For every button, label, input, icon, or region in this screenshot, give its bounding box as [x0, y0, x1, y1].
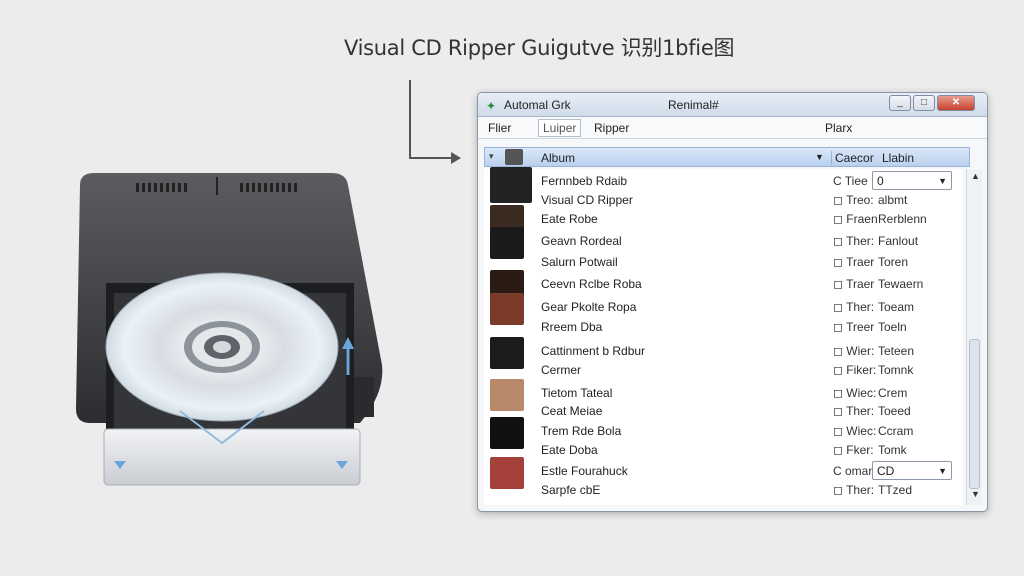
list-item[interactable]: Ceevn Rclbe Roba ◻ Traer Tewaern — [484, 270, 962, 302]
cd-drive-illustration — [70, 165, 400, 495]
dropdown-value: CD — [877, 464, 895, 478]
list-item[interactable]: Estle Fourahuck C oman CD ▼ — [484, 457, 962, 489]
menu-file[interactable]: Flier — [488, 121, 511, 135]
list-item[interactable]: Cattinment b Rdbur ◻ Wier: Teteen — [484, 337, 962, 369]
track-name: Gear Pkolte Ropa — [541, 300, 637, 314]
track-name: Salurn Potwail — [541, 255, 618, 269]
list-item[interactable]: Tietom Tateal ◻ Wiec: Crem — [484, 379, 962, 411]
track-flag[interactable]: C Tiee — [833, 174, 868, 188]
list-item[interactable]: Eate Robe ◻ Fraen Rerblenn — [484, 205, 962, 237]
pointer-line — [409, 80, 411, 159]
menu-plarx[interactable]: Plarx — [825, 121, 852, 135]
track-value: Toeln — [878, 320, 907, 334]
track-flag[interactable]: ◻ Traer — [833, 255, 874, 269]
list-item[interactable]: Visual CD Ripper ◻ Treo: albmt — [484, 190, 962, 210]
track-flag[interactable]: ◻ Wiec: — [833, 386, 876, 400]
track-list: Fernnbeb Rdaib C Tiee 0 ▼ Visual CD Ripper ◻ … — [484, 167, 962, 505]
track-name: Cattinment b Rdbur — [541, 344, 646, 358]
track-value: Rerblenn — [878, 212, 927, 226]
track-flag[interactable]: ◻ Traer — [833, 277, 874, 291]
track-value: Tewaern — [878, 277, 924, 291]
track-value: Tomk — [878, 443, 907, 457]
maximize-button[interactable]: □ — [913, 95, 935, 111]
list-item[interactable]: Salurn Potwail ◻ Traer Toren — [484, 252, 962, 272]
track-value: Teteen — [878, 344, 915, 358]
track-name: Tietom Tateal — [541, 386, 613, 400]
list-item[interactable]: Trem Rde Bola ◻ Wiec: Ccram — [484, 417, 962, 449]
tab-luiper[interactable]: Luiper — [538, 119, 582, 137]
track-name: Fernnbeb Rdaib — [541, 174, 628, 188]
track-flag[interactable]: ◻ Wier: — [833, 344, 874, 358]
track-flag[interactable]: ◻ Treer — [833, 320, 874, 334]
track-flag[interactable]: ◻ Fraen — [833, 212, 878, 226]
track-value: TTzed — [878, 483, 913, 497]
dropdown-value: 0 — [877, 174, 884, 188]
collapse-icon[interactable]: ▾ — [489, 151, 494, 162]
scroll-up-icon[interactable]: ▲ — [971, 171, 980, 181]
list-item[interactable]: Ceat Meiae ◻ Ther: Toeed — [484, 401, 962, 421]
list-item[interactable]: Sarpfe cbE ◻ Ther: TTzed — [484, 480, 962, 500]
track-name: Visual CD Ripper — [541, 193, 633, 207]
track-value: Toren — [878, 255, 909, 269]
track-value: Toeed — [878, 404, 911, 418]
list-item[interactable]: Gear Pkolte Ropa ◻ Ther: Toeam — [484, 293, 962, 325]
chevron-down-icon[interactable]: ▼ — [938, 176, 947, 186]
title-bar[interactable]: ✦ Automal Grk Renimal# _ □ ✕ — [478, 93, 987, 117]
close-button[interactable]: ✕ — [937, 95, 975, 111]
track-name: Trem Rde Bola — [541, 424, 622, 438]
scroll-down-icon[interactable]: ▼ — [971, 489, 980, 499]
menu-ripper[interactable]: Ripper — [594, 121, 629, 135]
header-thumbnail — [505, 149, 523, 165]
track-value: Fanlout — [878, 234, 919, 248]
list-item[interactable]: Geavn Rordeal ◻ Ther: Fanlout — [484, 227, 962, 259]
value-dropdown[interactable]: 0 ▼ — [872, 171, 952, 190]
track-name: Estle Fourahuck — [541, 464, 628, 478]
track-name: Ceevn Rclbe Roba — [541, 277, 642, 291]
track-flag[interactable]: ◻ Ther: — [833, 404, 874, 418]
list-item[interactable]: Rreem Dba ◻ Treer Toeln — [484, 317, 962, 337]
list-item[interactable]: Cermer ◻ Fiker: Tomnk — [484, 360, 962, 380]
track-flag[interactable]: ◻ Wiec: — [833, 424, 876, 438]
track-flag[interactable]: ◻ Ther: — [833, 300, 874, 314]
list-item[interactable]: Eate Doba ◻ Fker: Tomk — [484, 440, 962, 460]
drive-tray — [103, 428, 361, 486]
track-name: Ceat Meiae — [541, 404, 603, 418]
track-flag[interactable]: C oman — [833, 464, 875, 478]
track-flag[interactable]: ◻ Ther: — [833, 483, 874, 497]
column-header: ▾ Album ▼ Caecor Llabin — [484, 147, 970, 167]
track-name: Geavn Rordeal — [541, 234, 622, 248]
track-value: albmt — [878, 193, 908, 207]
window-subtitle: Renimal# — [668, 98, 719, 112]
track-value: Ccram — [878, 424, 914, 438]
column-caecor[interactable]: Caecor — [831, 151, 874, 165]
track-value: Crem — [878, 386, 908, 400]
vertical-scrollbar[interactable]: ▲ ▼ — [966, 169, 982, 505]
value-dropdown[interactable]: CD ▼ — [872, 461, 952, 480]
page-caption: Visual CD Ripper Guigutve 识别1bfie图 — [344, 36, 735, 60]
track-flag[interactable]: ◻ Ther: — [833, 234, 874, 248]
arrow-right-icon — [451, 152, 461, 164]
track-name: Sarpfe cbE — [541, 483, 601, 497]
menu-bar: Flier Luiper Ripper Plarx — [478, 117, 987, 139]
track-name: Eate Robe — [541, 212, 598, 226]
scrollbar-thumb[interactable] — [969, 339, 980, 489]
column-llabin[interactable]: Llabin — [882, 151, 914, 165]
track-name: Cermer — [541, 363, 582, 377]
pointer-line-horizontal — [409, 157, 455, 159]
window-title: Automal Grk — [504, 98, 571, 112]
track-name: Eate Doba — [541, 443, 598, 457]
minimize-button[interactable]: _ — [889, 95, 911, 111]
app-window: ✦ Automal Grk Renimal# _ □ ✕ Flier Luipe… — [477, 92, 988, 512]
track-flag[interactable]: ◻ Fker: — [833, 443, 874, 457]
track-flag[interactable]: ◻ Fiker: — [833, 363, 876, 377]
track-flag[interactable]: ◻ Treo: — [833, 193, 874, 207]
chevron-down-icon[interactable]: ▼ — [938, 466, 947, 476]
track-value: Toeam — [878, 300, 915, 314]
track-value: Tomnk — [878, 363, 914, 377]
app-icon: ✦ — [486, 99, 497, 113]
track-name: Rreem Dba — [541, 320, 603, 334]
column-album[interactable]: Album — [541, 151, 575, 165]
sort-down-icon[interactable]: ▼ — [815, 152, 824, 162]
list-item[interactable]: Fernnbeb Rdaib C Tiee 0 ▼ — [484, 167, 962, 203]
